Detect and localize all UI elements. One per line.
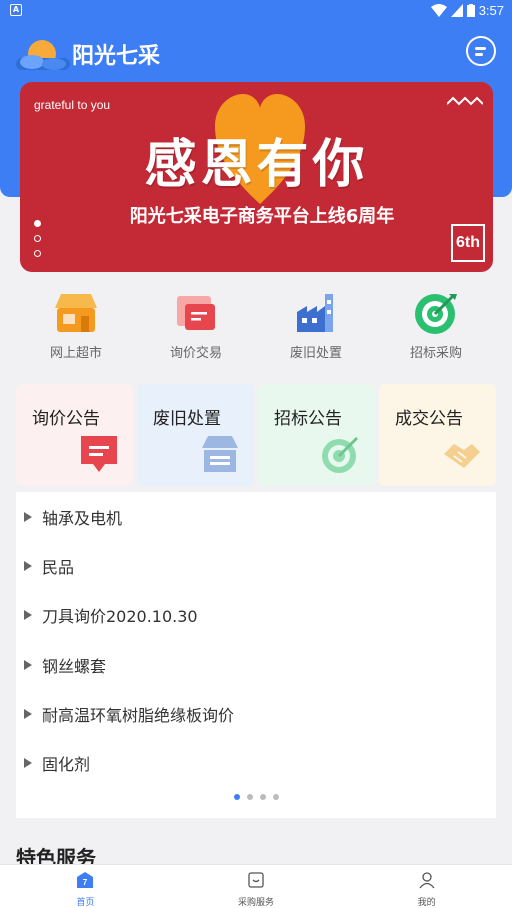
anniversary-badge: 6th (451, 224, 485, 262)
list-item[interactable]: 钢丝螺套 (16, 640, 496, 689)
list-item[interactable]: 固化剂 (16, 738, 496, 787)
status-bar: A 3:57 (0, 0, 512, 22)
battery-icon (466, 4, 475, 17)
quick-link-label: 招标采购 (409, 346, 462, 361)
promo-banner[interactable]: grateful to you 感恩有你 阳光七采电子商务平台上线6周年 6th (20, 82, 493, 272)
wifi-icon (430, 4, 447, 17)
notice-card-inquiry[interactable]: 询价公告 (16, 384, 133, 486)
notice-card-deal[interactable]: 成交公告 (379, 384, 496, 486)
banner-sub-text: 阳光七采电子商务平台上线6周年 (129, 206, 395, 227)
svg-text:7: 7 (83, 878, 88, 887)
inquiry-icon (173, 290, 219, 336)
triangle-right-icon (24, 560, 32, 571)
triangle-right-icon (24, 511, 32, 522)
triangle-right-icon (24, 610, 32, 621)
quick-link-label: 废旧处置 (289, 346, 342, 361)
list-pager (16, 794, 496, 800)
home-icon: 7 (77, 872, 94, 888)
app-logo (16, 40, 70, 70)
list-item-title: 轴承及电机 (42, 508, 123, 528)
list-item-title: 固化剂 (42, 755, 91, 775)
pager-dot[interactable] (272, 794, 279, 800)
wave-icon (447, 96, 483, 106)
quick-link-inquiry[interactable]: 询价交易 (136, 290, 256, 361)
tab-purchase[interactable]: 采购服务 (171, 865, 342, 908)
list-item[interactable]: 轴承及电机 (16, 492, 496, 541)
status-time: 3:57 (478, 3, 504, 18)
tab-label: 采购服务 (238, 898, 275, 908)
shop-icon (53, 290, 99, 336)
quick-links: 网上超市 询价交易 废旧处置 招标采购 (16, 290, 496, 361)
factory-icon (293, 290, 339, 336)
notification-icon: A (10, 4, 22, 16)
notice-card-bidding[interactable]: 招标公告 (258, 384, 375, 486)
list-item[interactable]: 耐高温环氧树脂绝缘板询价 (16, 689, 496, 738)
banner-main-text: 感恩有你 (144, 135, 369, 195)
quick-link-shop[interactable]: 网上超市 (16, 290, 136, 361)
notice-card-label: 废旧处置 (153, 409, 221, 429)
message-icon[interactable] (466, 36, 496, 66)
pager-dot[interactable] (246, 794, 253, 800)
tab-home[interactable]: 7 首页 (0, 865, 171, 908)
list-item[interactable]: 民品 (16, 541, 496, 590)
notice-card-label: 询价公告 (32, 409, 100, 429)
quick-link-bidding[interactable]: 招标采购 (376, 290, 496, 361)
triangle-right-icon (24, 758, 32, 769)
banner-dots (34, 220, 41, 265)
notice-card-disposal[interactable]: 废旧处置 (137, 384, 254, 486)
list-item-title: 钢丝螺套 (42, 656, 107, 676)
banner-en-text: grateful to you (34, 98, 111, 112)
pager-dot[interactable] (259, 794, 266, 800)
list-item-title: 刀具询价2020.10.30 (42, 607, 198, 627)
bottom-tab-bar: 7 首页 采购服务 我的 (0, 864, 512, 908)
pager-dot[interactable] (233, 794, 240, 800)
list-item[interactable]: 刀具询价2020.10.30 (16, 591, 496, 640)
triangle-right-icon (24, 659, 32, 670)
list-item-title: 耐高温环氧树脂绝缘板询价 (42, 705, 235, 725)
target-icon (322, 436, 359, 473)
signal-icon (450, 4, 463, 17)
triangle-right-icon (24, 708, 32, 719)
app-title: 阳光七采 (72, 44, 161, 69)
tab-label: 首页 (76, 898, 95, 908)
notice-list: 轴承及电机 民品 刀具询价2020.10.30 钢丝螺套 耐高温环氧树脂绝缘板询… (16, 492, 496, 818)
handshake-icon (444, 444, 480, 468)
quick-link-label: 询价交易 (169, 346, 222, 361)
notice-card-label: 成交公告 (395, 409, 463, 429)
store-icon (202, 436, 238, 472)
quick-link-label: 网上超市 (49, 346, 102, 361)
tab-label: 我的 (417, 898, 436, 908)
message-icon (81, 436, 117, 472)
target-icon (413, 290, 459, 336)
profile-icon (419, 872, 435, 889)
quick-link-disposal[interactable]: 废旧处置 (256, 290, 376, 361)
notice-card-label: 招标公告 (274, 409, 342, 429)
notice-cards: 询价公告 废旧处置 招标公告 成交公告 (16, 384, 496, 486)
tab-profile[interactable]: 我的 (341, 865, 512, 908)
list-item-title: 民品 (42, 557, 75, 577)
purchase-icon (248, 872, 264, 888)
